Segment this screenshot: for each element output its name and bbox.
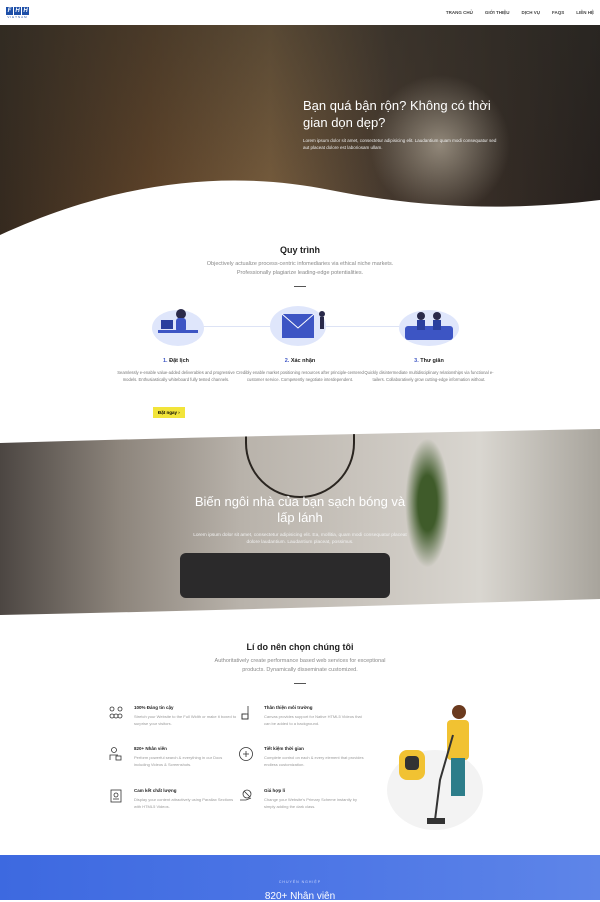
step-text: Credibly enable market positioning resou… — [236, 370, 364, 382]
stats-title: 820+ Nhân viên — [264, 891, 336, 902]
feature-title: Thân thiện môi trường — [264, 705, 313, 710]
step-label: Thư giãn — [420, 358, 444, 364]
feature-title: Giá hợp lí — [264, 788, 285, 793]
hero-title: Bạn quá bận rộn? Không có thời gian dọn … — [303, 98, 491, 130]
stats-label: CHUYÊN NGHIỆP — [278, 880, 322, 884]
certificate-icon — [110, 789, 122, 803]
arrow-right-icon: › — [178, 410, 180, 415]
feature-text: Stretch your Website to the Full Width o… — [134, 714, 237, 726]
feature-text: Display your content attractively using … — [134, 797, 234, 809]
nav-about[interactable]: GIỚI THIỆU — [485, 10, 510, 15]
step-number: 2. — [284, 358, 290, 364]
staff-icon — [109, 747, 122, 761]
step-2: 2. Xác nhận Credibly enable market posit… — [235, 300, 365, 383]
feature-item: Tiết kiệm thời gian Complete control on e… — [238, 746, 368, 768]
reasons-title: Lí do nên chọn chúng tôi — [246, 642, 354, 652]
price-icon — [240, 789, 252, 801]
booking-illustration-icon — [136, 300, 216, 350]
process-title: Quy trình — [280, 245, 320, 255]
feature-text: Change your Website's Primary Scheme ins… — [264, 797, 357, 809]
logo-letter: F — [6, 6, 13, 15]
feature-item: Cam kết chất lượng Display your content a… — [108, 788, 238, 810]
vacuum-icon — [241, 706, 249, 720]
feature-text: Complete control on each & every element… — [264, 755, 364, 767]
step-text: Quickly disintermediate multidisciplinar… — [364, 370, 494, 382]
feature-title: 820+ Nhân viên — [134, 746, 167, 751]
stats-band: CHUYÊN NGHIỆP 820+ Nhân viên — [0, 855, 600, 902]
banner-text: Lorem ipsum dolor sit amet, consectetur … — [193, 533, 407, 545]
nav-services[interactable]: DỊCH VỤ — [521, 10, 540, 15]
feature-text: Canvas provides support for Native HTML5… — [264, 714, 362, 726]
navbar: FHH VIETNAM TRANG CHỦ GIỚI THIỆU DỊCH VỤ… — [0, 0, 600, 25]
logo-letter: H — [14, 6, 21, 15]
wave-divider — [0, 425, 600, 443]
divider — [294, 286, 306, 287]
nav-contact[interactable]: LIÊN HỆ — [576, 10, 594, 15]
banner-title: Biến ngôi nhà của bạn sạch bóng và lấp l… — [194, 494, 406, 525]
clean-home-banner: Biến ngôi nhà của bạn sạch bóng và lấp l… — [0, 428, 600, 618]
book-now-button[interactable]: Đặt ngay › — [153, 407, 185, 418]
wave-divider — [0, 180, 600, 245]
feature-item: 100% Đáng tin cậy Stretch your Website to… — [108, 705, 238, 727]
feature-item: 820+ Nhân viên Perform powerful search & … — [108, 746, 238, 768]
process-subtitle: Objectively actualize process-centric in… — [206, 261, 394, 276]
step-1: 1. Đặt lịch Seamlessly e-enable value-ad… — [111, 300, 241, 383]
step-3: 3. Thư giãn Quickly disintermediate mult… — [364, 300, 494, 383]
feature-title: 100% Đáng tin cậy — [134, 705, 174, 710]
logo-subtitle: VIETNAM — [7, 14, 28, 19]
step-number: 3. — [414, 358, 419, 364]
feature-item: Thân thiện môi trường Canvas provides sup… — [238, 705, 368, 727]
logo[interactable]: FHH VIETNAM — [6, 6, 29, 19]
nav-faqs[interactable]: FAQS — [552, 10, 564, 15]
reasons-subtitle: Authoritatively create performance based… — [214, 658, 386, 673]
confirm-email-illustration-icon — [260, 300, 340, 350]
divider — [294, 683, 306, 684]
logo-letter: H — [22, 6, 29, 15]
feature-text: Perform powerful search & everything in … — [134, 755, 223, 767]
button-label: Đặt ngay — [158, 410, 178, 415]
cleaner-illustration-icon — [387, 705, 483, 830]
nav-home[interactable]: TRANG CHỦ — [446, 10, 473, 15]
step-number: 1. — [163, 358, 168, 364]
clock-icon — [239, 747, 253, 761]
step-text: Seamlessly e-enable value-added delivera… — [117, 370, 235, 382]
team-icon — [109, 706, 123, 719]
feature-title: Cam kết chất lượng — [134, 788, 177, 793]
relax-illustration-icon — [389, 300, 469, 350]
wave-divider — [0, 599, 600, 620]
hero-text: Lorem ipsum dolor sit amet, consectetur … — [303, 138, 497, 150]
step-label: Xác nhận — [290, 358, 316, 364]
step-label: Đặt lịch — [169, 358, 189, 364]
feature-title: Tiết kiệm thời gian — [264, 746, 304, 751]
feature-item: Giá hợp lí Change your Website's Primary … — [238, 788, 368, 810]
